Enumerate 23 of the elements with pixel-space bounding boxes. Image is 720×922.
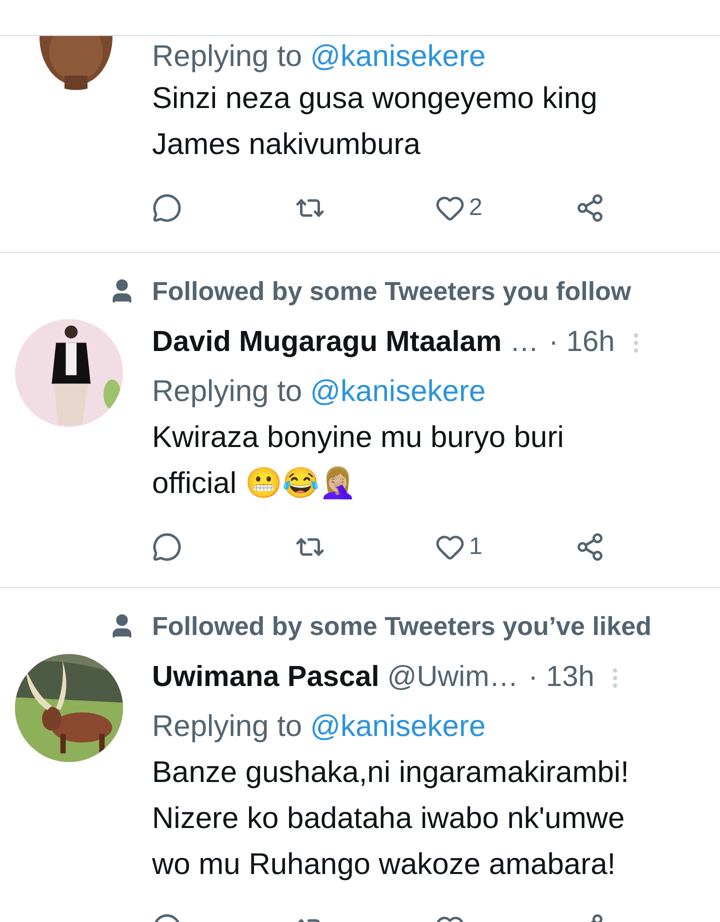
social-context: Followed by some Tweeters you follow [152, 274, 632, 308]
tweet-text: Kwiraza bonyine mu buryo buri official 😬😂🤦🏼‍♀ [152, 420, 565, 502]
reply-icon[interactable] [152, 193, 182, 223]
tweet-text: Sinzi neza gusa wongeyemo king James nakivumbura [152, 81, 598, 163]
display-name[interactable]: Uwimana Pascal [152, 656, 380, 700]
display-name[interactable]: David Mugaragu Mtaalam [152, 321, 502, 365]
social-context: Followed by some Tweeters you’ve liked [152, 610, 652, 642]
share-icon[interactable] [575, 532, 605, 562]
user-handle: … [510, 325, 539, 360]
reply-icon[interactable] [152, 532, 182, 562]
mention-link[interactable]: @kanisekere [310, 34, 486, 78]
tweet-text: Banze gushaka,ni ingaramakirambi! Nizere ko badataha iwabo nk'umwe wo mu Ruhango wakoze amabara! [152, 755, 630, 883]
replying-label: Replying to [152, 708, 302, 744]
share-icon[interactable] [575, 193, 605, 223]
like-count: 1 [469, 532, 482, 562]
like-count: 2 [469, 193, 482, 223]
mention-link[interactable]: @kanisekere [310, 368, 486, 414]
user-handle: @Uwim… [387, 660, 518, 696]
replying-label: Replying to [152, 38, 302, 74]
tweet-time: · 13h [528, 660, 594, 696]
replying-label: Replying to [152, 374, 302, 410]
tweet-time: · 16h [548, 325, 615, 360]
mention-link[interactable]: @kanisekere [310, 704, 486, 748]
